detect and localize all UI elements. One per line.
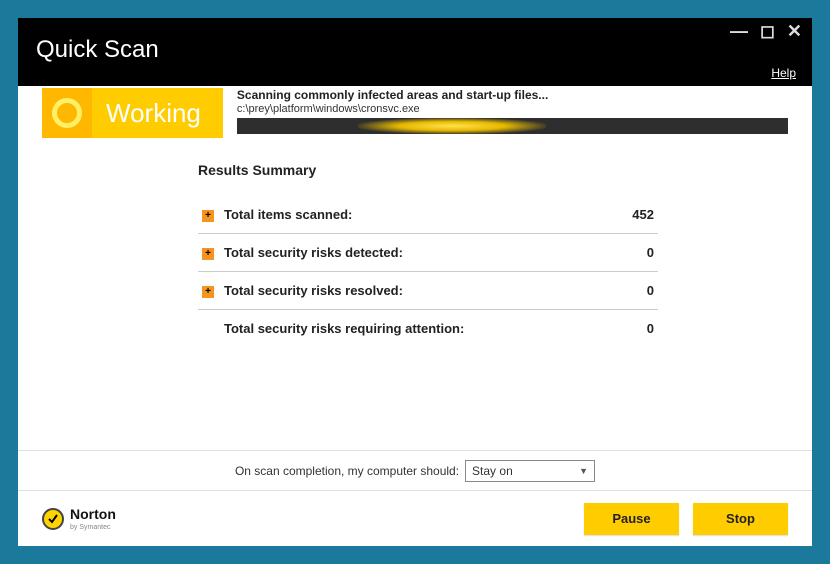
maximize-icon[interactable]: ◻: [760, 24, 775, 38]
brand-logo: Norton by Symantec: [42, 506, 116, 531]
completion-selected: Stay on: [472, 464, 513, 478]
main-content: Results Summary + Total items scanned:452…: [18, 138, 812, 450]
results-row-label: Total security risks resolved:: [220, 272, 598, 310]
results-row: + Total security risks detected:0: [198, 234, 658, 272]
window-title: Quick Scan: [36, 36, 794, 64]
pause-button[interactable]: Pause: [584, 503, 679, 535]
window-controls: — ◻ ✕: [730, 24, 802, 38]
results-row-value: 452: [598, 196, 658, 234]
completion-select[interactable]: Stay on ▼: [465, 460, 595, 482]
scan-current-file: c:\prey\platform\windows\cronsvc.exe: [237, 103, 788, 115]
scan-message: Scanning commonly infected areas and sta…: [237, 88, 788, 102]
results-row-value: 0: [598, 234, 658, 272]
expand-icon[interactable]: +: [202, 210, 214, 222]
results-row: Total security risks requiring attention…: [198, 310, 658, 348]
close-icon[interactable]: ✕: [787, 24, 802, 38]
results-row-value: 0: [598, 272, 658, 310]
expand-icon[interactable]: +: [202, 286, 214, 298]
brand-byline: by Symantec: [70, 524, 116, 531]
stop-button[interactable]: Stop: [693, 503, 788, 535]
working-icon: [42, 88, 92, 138]
chevron-down-icon: ▼: [579, 466, 588, 476]
status-row: Working Scanning commonly infected areas…: [18, 86, 812, 138]
status-badge: Working: [42, 88, 223, 138]
results-row-label: Total items scanned:: [220, 196, 598, 234]
progress-column: Scanning commonly infected areas and sta…: [223, 88, 812, 138]
checkmark-icon: [42, 508, 64, 530]
results-row: + Total security risks resolved:0: [198, 272, 658, 310]
scan-window: — ◻ ✕ Quick Scan Help Working Scanning c…: [18, 18, 812, 546]
titlebar: — ◻ ✕ Quick Scan Help: [18, 18, 812, 86]
footer: Norton by Symantec Pause Stop: [18, 490, 812, 546]
results-row: + Total items scanned:452: [198, 196, 658, 234]
completion-prompt: On scan completion, my computer should:: [235, 464, 459, 478]
help-link[interactable]: Help: [771, 66, 796, 80]
results-row-label: Total security risks requiring attention…: [220, 310, 598, 348]
progress-bar: [237, 118, 788, 134]
results-row-value: 0: [598, 310, 658, 348]
results-table: + Total items scanned:452 + Total security …: [198, 196, 658, 347]
results-row-label: Total security risks detected:: [220, 234, 598, 272]
results-heading: Results Summary: [198, 162, 772, 178]
status-label: Working: [92, 98, 223, 129]
completion-row: On scan completion, my computer should: …: [18, 450, 812, 490]
minimize-icon[interactable]: —: [730, 24, 748, 38]
brand-name: Norton: [70, 506, 116, 522]
expand-icon[interactable]: +: [202, 248, 214, 260]
